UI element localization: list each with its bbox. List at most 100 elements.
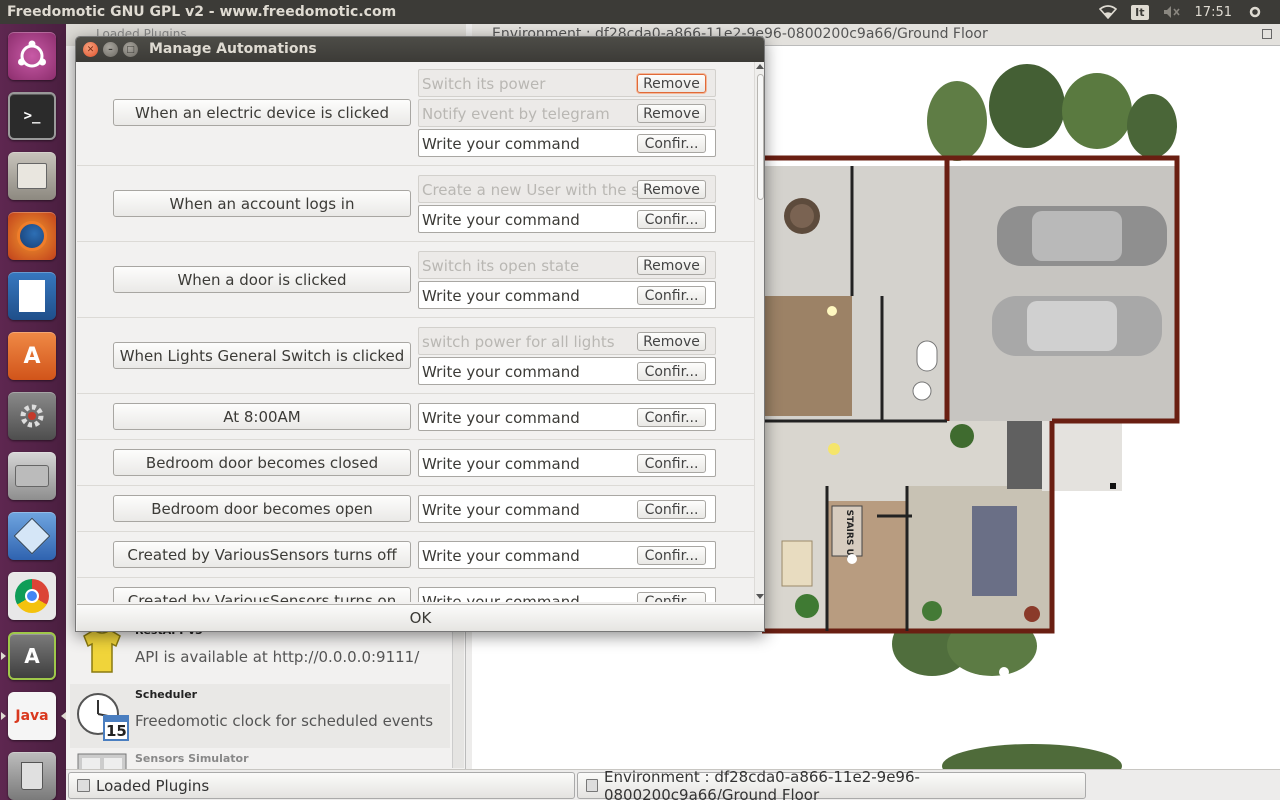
firefox-icon[interactable] (6, 210, 58, 262)
plugin-description: API is available at http://0.0.0.0:9111/ (135, 648, 420, 666)
libreoffice-writer-icon[interactable] (6, 270, 58, 322)
ubuntu-dash-icon[interactable] (6, 30, 58, 82)
clock[interactable]: 17:51 (1195, 5, 1232, 20)
command-placeholder: Write your command (422, 287, 580, 305)
minimize-icon[interactable]: – (103, 42, 118, 57)
trigger-button[interactable]: Created by VariousSensors turns off (113, 541, 411, 568)
command-field[interactable]: Switch its power Remove (418, 69, 716, 97)
maximize-icon[interactable] (1262, 29, 1272, 39)
remove-button[interactable]: Remove (637, 332, 706, 351)
command-placeholder: Write your command (422, 135, 580, 153)
loaded-plugins-button[interactable]: Loaded Plugins (68, 772, 575, 799)
trigger-button[interactable]: Created by VariousSensors turns on (113, 587, 411, 602)
automations-scrollbar[interactable] (754, 62, 764, 604)
new-command-input[interactable]: Write your command Confir... (418, 495, 716, 523)
confirm-button[interactable]: Confir... (637, 592, 706, 602)
remove-button[interactable]: Remove (637, 104, 706, 123)
command-field[interactable]: Switch its open state Remove (418, 251, 716, 279)
automation-row: When Lights General Switch is clicked sw… (77, 318, 754, 394)
window-title: Freedomotic GNU GPL v2 - www.freedomotic… (7, 4, 397, 20)
new-command-input[interactable]: Write your command Confir... (418, 541, 716, 569)
new-command-input[interactable]: Write your command Confir... (418, 129, 716, 157)
new-command-input[interactable]: Write your command Confir... (418, 587, 716, 602)
top-panel: Freedomotic GNU GPL v2 - www.freedomotic… (0, 0, 1280, 24)
command-text: Switch its power (422, 75, 546, 93)
window-icon (586, 779, 598, 792)
software-center-icon[interactable]: A (6, 330, 58, 382)
command-placeholder: Write your command (422, 547, 580, 565)
confirm-button[interactable]: Confir... (637, 210, 706, 229)
trigger-button[interactable]: Bedroom door becomes closed (113, 449, 411, 476)
new-command-input[interactable]: Write your command Confir... (418, 205, 716, 233)
confirm-button[interactable]: Confir... (637, 286, 706, 305)
java-icon[interactable]: Java (1, 690, 66, 742)
automation-row: When a door is clicked Switch its open s… (77, 242, 754, 318)
file-manager-icon[interactable] (6, 150, 58, 202)
command-field[interactable]: Notify event by telegram Remove (418, 99, 716, 127)
new-command-input[interactable]: Write your command Confir... (418, 403, 716, 431)
launcher: >_ A A Java (0, 24, 66, 800)
remove-button[interactable]: Remove (637, 256, 706, 275)
dialog-title-bar[interactable]: ✕ – □ Manage Automations (76, 37, 764, 62)
environment-label: Environment : df28cda0-a866-11e2-9e96-08… (603, 767, 920, 800)
automation-row: Created by VariousSensors turns off Writ… (77, 532, 754, 578)
trigger-button[interactable]: Bedroom door becomes open (113, 495, 411, 522)
automation-row: When an account logs in Create a new Use… (77, 166, 754, 242)
automation-row: When an electric device is clicked Switc… (77, 62, 754, 166)
calendar-day: 15 (106, 722, 127, 740)
confirm-button[interactable]: Confir... (637, 454, 706, 473)
trash-icon[interactable] (6, 750, 58, 800)
scroll-up-icon[interactable] (756, 64, 764, 69)
confirm-button[interactable]: Confir... (637, 134, 706, 153)
trigger-button[interactable]: When an electric device is clicked (113, 99, 411, 126)
keyboard-layout-indicator[interactable]: It (1131, 4, 1149, 20)
command-placeholder: Write your command (422, 501, 580, 519)
environment-button[interactable]: Environment : df28cda0-a866-11e2-9e96-08… (577, 768, 1086, 800)
volume-muted-icon[interactable] (1163, 5, 1181, 19)
command-placeholder: Write your command (422, 593, 580, 602)
confirm-button[interactable]: Confir... (637, 408, 706, 427)
command-text: Create a new User with the same (422, 181, 637, 199)
new-command-input[interactable]: Write your command Confir... (418, 281, 716, 309)
confirm-button[interactable]: Confir... (637, 500, 706, 519)
command-text: Notify event by telegram (422, 105, 610, 123)
maximize-icon[interactable]: □ (123, 42, 138, 57)
command-field[interactable]: Create a new User with the same Remove (418, 175, 716, 203)
loaded-plugins-label: Loaded Plugins (96, 776, 210, 795)
new-command-input[interactable]: Write your command Confir... (418, 357, 716, 385)
automation-row: Bedroom door becomes closed Write your c… (77, 440, 754, 486)
command-text: Switch its open state (422, 257, 580, 275)
command-placeholder: Write your command (422, 211, 580, 229)
command-field[interactable]: switch power for all lights Remove (418, 327, 716, 355)
command-placeholder: Write your command (422, 455, 580, 473)
plugin-description: Freedomotic clock for scheduled events (135, 712, 434, 730)
system-tray: It 17:51 (1099, 0, 1280, 24)
wifi-icon[interactable] (1099, 5, 1118, 19)
plugin-item[interactable]: 15 Scheduler Freedomotic clock for sched… (70, 684, 450, 748)
scroll-down-icon[interactable] (756, 594, 764, 599)
virtualbox-icon[interactable] (6, 510, 58, 562)
trigger-button[interactable]: At 8:00AM (113, 403, 411, 430)
chrome-icon[interactable] (6, 570, 58, 622)
command-text: switch power for all lights (422, 333, 615, 351)
close-icon[interactable]: ✕ (83, 42, 98, 57)
confirm-button[interactable]: Confir... (637, 546, 706, 565)
new-command-input[interactable]: Write your command Confir... (418, 449, 716, 477)
system-settings-icon[interactable] (6, 390, 58, 442)
remove-button[interactable]: Remove (637, 74, 706, 93)
automation-row: Bedroom door becomes open Write your com… (77, 486, 754, 532)
freedomotic-app-icon[interactable]: A (1, 630, 58, 682)
trigger-button[interactable]: When Lights General Switch is clicked (113, 342, 411, 369)
plugin-name: Sensors Simulator (135, 752, 249, 765)
trigger-button[interactable]: When an account logs in (113, 190, 411, 217)
trigger-button[interactable]: When a door is clicked (113, 266, 411, 293)
ok-button[interactable]: OK (77, 604, 764, 631)
terminal-icon[interactable]: >_ (6, 90, 58, 142)
automations-list: When an electric device is clicked Switc… (77, 62, 754, 602)
remove-button[interactable]: Remove (637, 180, 706, 199)
gear-icon[interactable] (1246, 5, 1264, 19)
confirm-button[interactable]: Confir... (637, 362, 706, 381)
disk-utility-icon[interactable] (6, 450, 58, 502)
scrollbar-thumb[interactable] (757, 74, 764, 200)
plugin-item[interactable]: Sensors Simulator (70, 748, 450, 769)
